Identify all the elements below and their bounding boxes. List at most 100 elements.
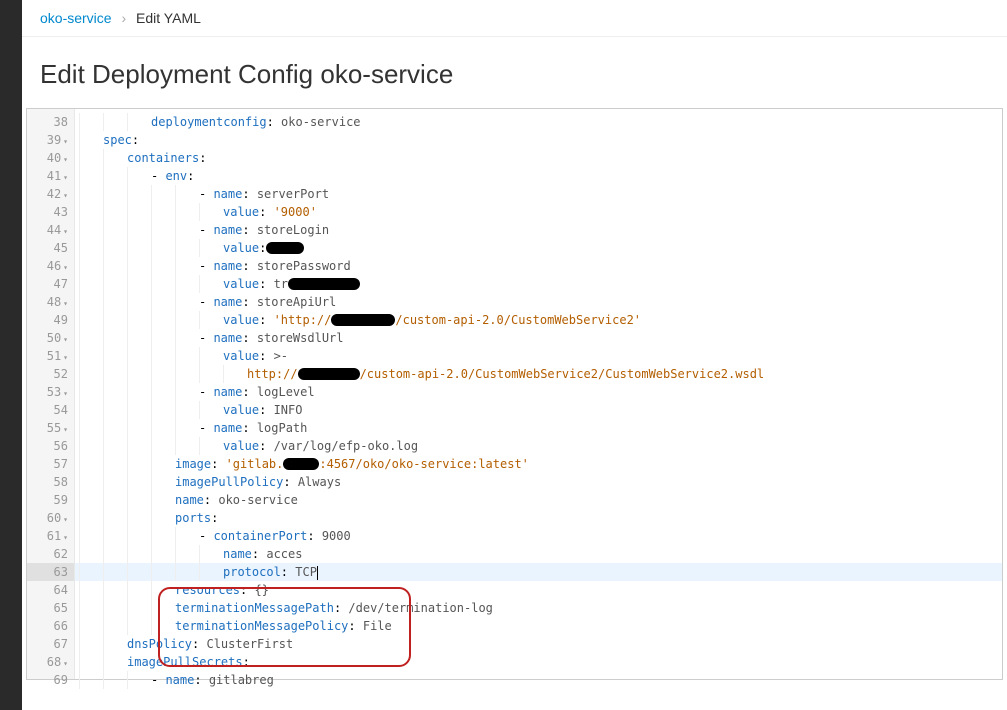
code-line[interactable]: containers: xyxy=(75,149,1002,167)
code-line[interactable]: value: /var/log/efp-oko.log xyxy=(75,437,1002,455)
punct: : xyxy=(267,115,281,129)
yaml-key: name xyxy=(213,295,242,309)
line-number[interactable]: 68 xyxy=(27,653,74,671)
line-number[interactable]: 61 xyxy=(27,527,74,545)
code-line[interactable]: spec: xyxy=(75,131,1002,149)
punct: : xyxy=(243,655,250,669)
line-number[interactable]: 59 xyxy=(27,491,74,509)
yaml-value: 'gitlab. xyxy=(226,457,284,471)
code-line[interactable]: - containerPort: 9000 xyxy=(75,527,1002,545)
line-number[interactable]: 41 xyxy=(27,167,74,185)
line-number[interactable]: 60 xyxy=(27,509,74,527)
code-line[interactable]: - name: storePassword xyxy=(75,257,1002,275)
yaml-value: /var/log/efp-oko.log xyxy=(274,439,419,453)
line-number[interactable]: 64 xyxy=(27,581,74,599)
code-line[interactable]: - name: storeLogin xyxy=(75,221,1002,239)
line-number[interactable]: 55 xyxy=(27,419,74,437)
code-line[interactable]: dnsPolicy: ClusterFirst xyxy=(75,635,1002,653)
vertical-nav-strip[interactable] xyxy=(0,0,22,710)
punct: : xyxy=(242,223,256,237)
yaml-key: containers xyxy=(127,151,199,165)
line-number[interactable]: 67 xyxy=(27,635,74,653)
line-number[interactable]: 43 xyxy=(27,203,74,221)
code-line[interactable]: value: 'http:///custom-api-2.0/CustomWeb… xyxy=(75,311,1002,329)
code-line[interactable]: http:// /custom-api-2.0/CustomWebService2… xyxy=(75,365,1002,383)
page-title: Edit Deployment Config oko-service xyxy=(22,37,1007,108)
code-line[interactable]: deploymentconfig: oko-service xyxy=(75,113,1002,131)
code-line[interactable]: terminationMessagePolicy: File xyxy=(75,617,1002,635)
line-number[interactable]: 45 xyxy=(27,239,74,257)
punct: - xyxy=(151,169,165,183)
line-number[interactable]: 57 xyxy=(27,455,74,473)
line-number[interactable]: 53 xyxy=(27,383,74,401)
line-number[interactable]: 49 xyxy=(27,311,74,329)
yaml-key: ports xyxy=(175,511,211,525)
redacted-text xyxy=(283,458,319,470)
punct: - xyxy=(199,421,213,435)
yaml-value: logPath xyxy=(257,421,308,435)
line-number[interactable]: 50 xyxy=(27,329,74,347)
yaml-value: /custom-api-2.0/CustomWebService2/Custom… xyxy=(360,367,765,381)
yaml-value: gitlabreg xyxy=(209,673,274,687)
punct: : xyxy=(187,169,194,183)
code-line[interactable]: name: acces xyxy=(75,545,1002,563)
code-line[interactable]: value: tr xyxy=(75,275,1002,293)
line-number[interactable]: 39 xyxy=(27,131,74,149)
code-line[interactable]: - name: storeApiUrl xyxy=(75,293,1002,311)
code-line[interactable]: imagePullSecrets: xyxy=(75,653,1002,671)
line-number[interactable]: 48 xyxy=(27,293,74,311)
line-number[interactable]: 65 xyxy=(27,599,74,617)
line-number[interactable]: 69 xyxy=(27,671,74,689)
line-number[interactable]: 56 xyxy=(27,437,74,455)
line-number[interactable]: 52 xyxy=(27,365,74,383)
code-line[interactable]: protocol: TCP xyxy=(75,563,1002,581)
line-number-gutter[interactable]: 3839404142434445464748495051525354555657… xyxy=(27,109,75,679)
code-line[interactable]: - env: xyxy=(75,167,1002,185)
code-line[interactable]: imagePullPolicy: Always xyxy=(75,473,1002,491)
punct: : xyxy=(242,187,256,201)
main-content: oko-service › Edit YAML Edit Deployment … xyxy=(22,0,1007,710)
code-line[interactable]: value: xyxy=(75,239,1002,257)
line-number[interactable]: 58 xyxy=(27,473,74,491)
punct: - xyxy=(199,295,213,309)
punct: - xyxy=(199,259,213,273)
code-line[interactable]: name: oko-service xyxy=(75,491,1002,509)
line-number[interactable]: 44 xyxy=(27,221,74,239)
yaml-value: TCP xyxy=(295,565,317,579)
line-number[interactable]: 62 xyxy=(27,545,74,563)
line-number[interactable]: 66 xyxy=(27,617,74,635)
code-line[interactable]: value: >- xyxy=(75,347,1002,365)
punct: : xyxy=(259,439,273,453)
breadcrumb-link[interactable]: oko-service xyxy=(40,10,112,26)
breadcrumb-current: Edit YAML xyxy=(136,10,201,26)
code-line[interactable]: value: '9000' xyxy=(75,203,1002,221)
punct: : xyxy=(281,565,295,579)
yaml-key: spec xyxy=(103,133,132,147)
code-line[interactable]: resources: {} xyxy=(75,581,1002,599)
yaml-value: http:// xyxy=(247,367,298,381)
yaml-key: value xyxy=(223,241,259,255)
code-line[interactable]: value: INFO xyxy=(75,401,1002,419)
code-line[interactable]: - name: logPath xyxy=(75,419,1002,437)
code-content[interactable]: deploymentconfig: oko-servicespec:contai… xyxy=(75,109,1002,679)
line-number[interactable]: 38 xyxy=(27,113,74,131)
line-number[interactable]: 54 xyxy=(27,401,74,419)
line-number[interactable]: 40 xyxy=(27,149,74,167)
code-line[interactable]: image: 'gitlab.:4567/oko/oko-service:lat… xyxy=(75,455,1002,473)
yaml-value: oko-service xyxy=(218,493,297,507)
line-number[interactable]: 51 xyxy=(27,347,74,365)
punct: : xyxy=(307,529,321,543)
yaml-editor[interactable]: 3839404142434445464748495051525354555657… xyxy=(26,108,1003,680)
code-line[interactable]: - name: storeWsdlUrl xyxy=(75,329,1002,347)
code-line[interactable]: - name: logLevel xyxy=(75,383,1002,401)
code-line[interactable]: - name: gitlabreg xyxy=(75,671,1002,689)
code-line[interactable]: - name: serverPort xyxy=(75,185,1002,203)
code-line[interactable]: terminationMessagePath: /dev/termination… xyxy=(75,599,1002,617)
code-line[interactable]: ports: xyxy=(75,509,1002,527)
line-number[interactable]: 47 xyxy=(27,275,74,293)
line-number[interactable]: 46 xyxy=(27,257,74,275)
line-number[interactable]: 42 xyxy=(27,185,74,203)
yaml-key: value xyxy=(223,349,259,363)
yaml-key: protocol xyxy=(223,565,281,579)
line-number[interactable]: 63 xyxy=(27,563,74,581)
